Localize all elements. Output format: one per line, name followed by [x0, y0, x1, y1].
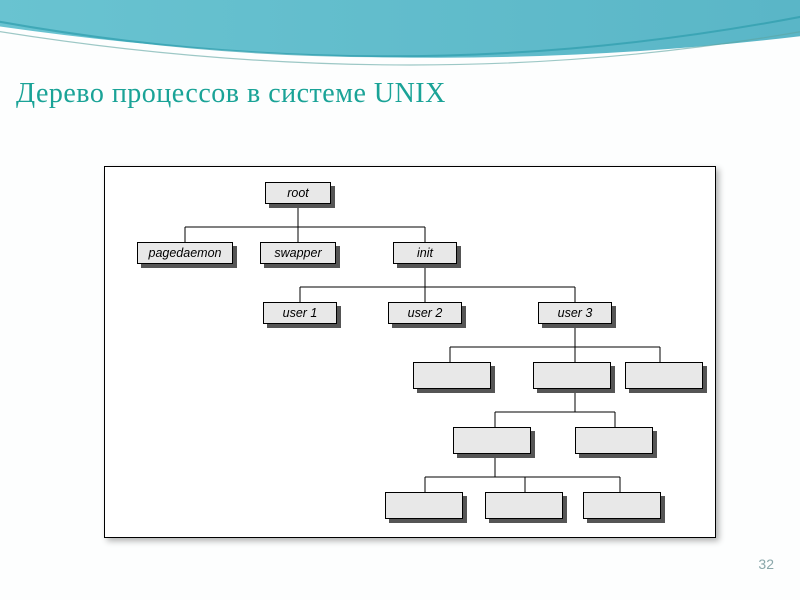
node-l5a: [453, 427, 531, 454]
node-l4c: [625, 362, 703, 389]
node-l4a: [413, 362, 491, 389]
node-l6c: [583, 492, 661, 519]
node-user3: user 3: [538, 302, 612, 324]
node-user2: user 2: [388, 302, 462, 324]
node-user1: user 1: [263, 302, 337, 324]
node-l6b: [485, 492, 563, 519]
node-root: root: [265, 182, 331, 204]
node-init: init: [393, 242, 457, 264]
node-l6a: [385, 492, 463, 519]
page-number: 32: [758, 556, 774, 572]
tree-connectors: [105, 167, 715, 537]
slide-title: Дерево процессов в системе UNIX: [16, 78, 446, 110]
node-l4b: [533, 362, 611, 389]
node-pagedaemon: pagedaemon: [137, 242, 233, 264]
node-l5b: [575, 427, 653, 454]
process-tree-diagram: root pagedaemon swapper init user 1 user…: [104, 166, 716, 538]
node-swapper: swapper: [260, 242, 336, 264]
